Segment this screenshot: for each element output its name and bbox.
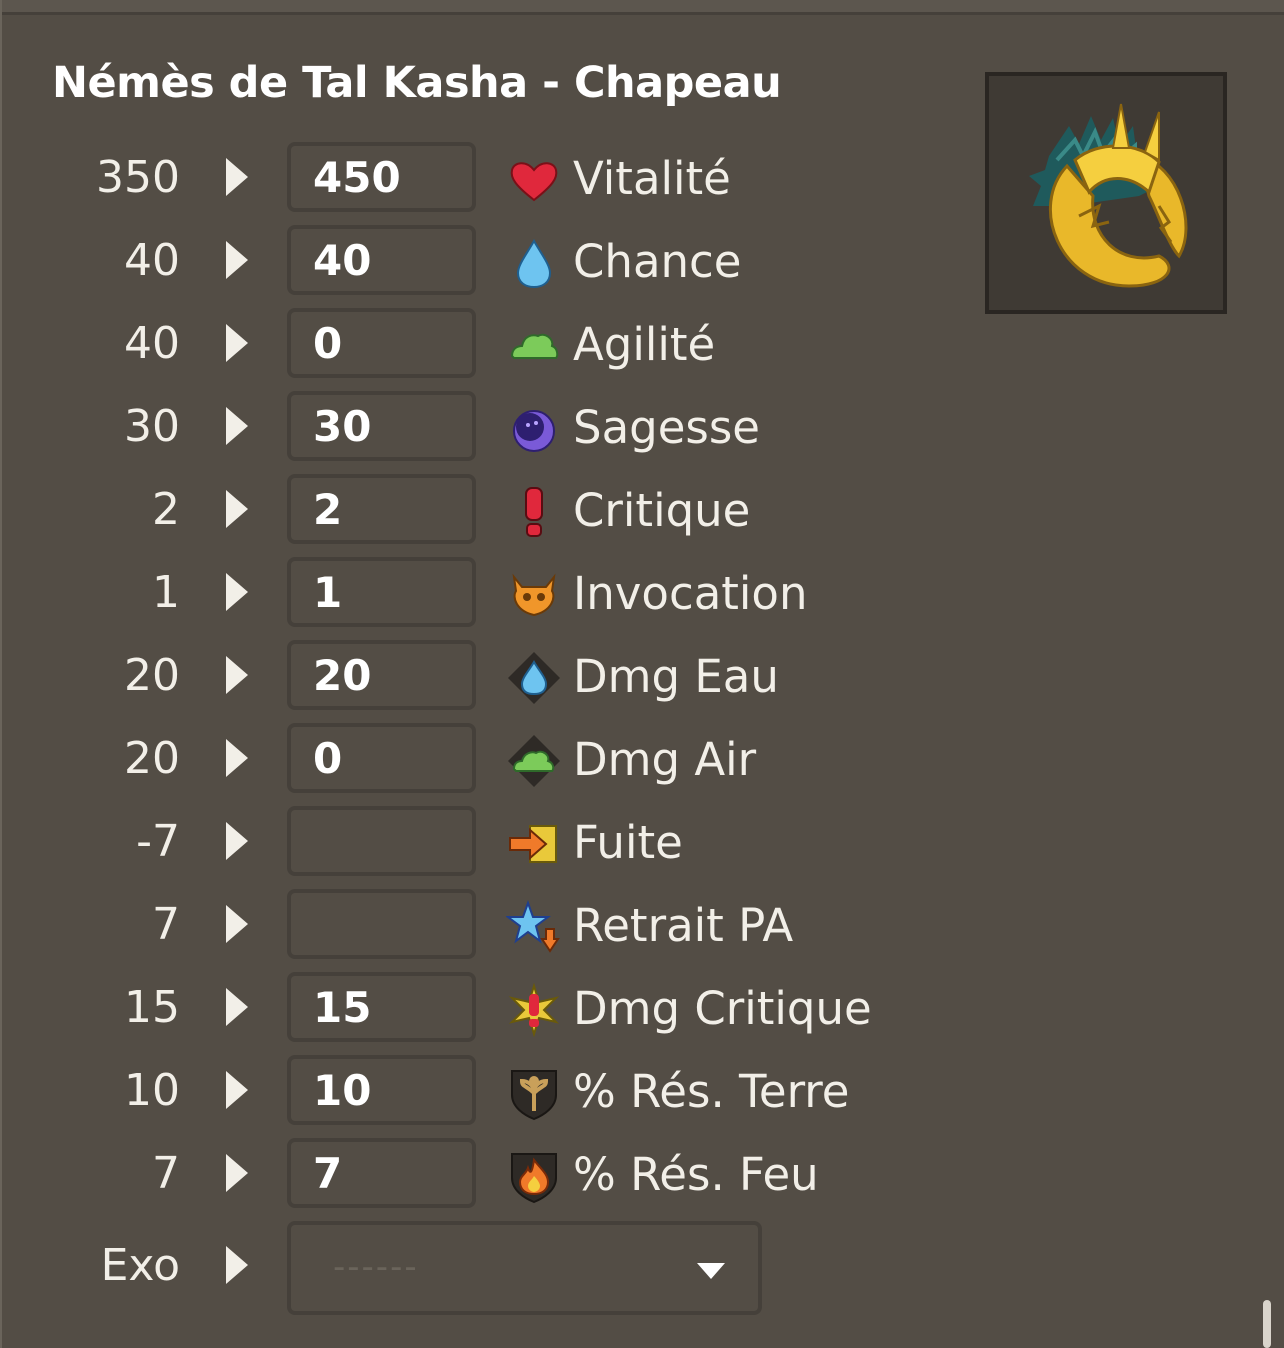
stat-label: Retrait PA: [573, 899, 794, 952]
top-border: [0, 0, 1284, 15]
stat-label: Fuite: [573, 816, 683, 869]
stat-label: Chance: [573, 235, 742, 288]
chevron-down-icon: [697, 1263, 725, 1279]
stat-row-critique: 2 Critique: [0, 472, 960, 555]
critical-damage-icon: [508, 982, 560, 1038]
stat-value-input[interactable]: [287, 640, 476, 710]
exclamation-icon: [525, 487, 543, 537]
escape-arrow-icon: [509, 825, 557, 863]
water-drop-icon: [516, 238, 552, 289]
stat-row-vitalite: 350 Vitalité: [0, 140, 960, 223]
stat-value-input[interactable]: [287, 806, 476, 876]
stat-label: Agilité: [573, 318, 716, 371]
stat-row-retrait-pa: 7 Retrait PA: [0, 887, 960, 970]
stat-value-input[interactable]: [287, 557, 476, 627]
play-arrow-icon[interactable]: [222, 654, 252, 696]
play-arrow-icon[interactable]: [222, 156, 252, 198]
play-arrow-icon[interactable]: [222, 571, 252, 613]
stat-label: Critique: [573, 484, 751, 537]
stat-value-input[interactable]: [287, 723, 476, 793]
item-image: [985, 72, 1227, 314]
fire-resistance-icon: [511, 1153, 557, 1204]
item-title: Némès de Tal Kasha - Chapeau: [52, 58, 782, 108]
stat-row-sagesse: 30 Sagesse: [0, 389, 960, 472]
stat-value-input[interactable]: [287, 308, 476, 378]
stat-value-input[interactable]: [287, 474, 476, 544]
stat-value-input[interactable]: [287, 1055, 476, 1125]
base-value: -7: [136, 816, 180, 867]
base-value: 40: [124, 318, 180, 369]
base-value: 30: [124, 401, 180, 452]
moon-icon: [513, 410, 555, 452]
stat-value-input[interactable]: [287, 972, 476, 1042]
base-value: 10: [124, 1065, 180, 1116]
exo-select[interactable]: ------: [287, 1221, 762, 1315]
water-damage-icon: [508, 652, 560, 704]
play-arrow-icon[interactable]: [222, 986, 252, 1028]
stat-value-input[interactable]: [287, 889, 476, 959]
stat-label: Invocation: [573, 567, 808, 620]
base-value: 2: [152, 484, 180, 535]
base-value: 350: [96, 152, 180, 203]
stat-label: Sagesse: [573, 401, 760, 454]
air-cloud-icon: [510, 333, 559, 359]
stat-row-dmg-eau: 20 Dmg Eau: [0, 638, 960, 721]
base-value: 1: [152, 567, 180, 618]
stat-row-dmg-air: 20 Dmg Air: [0, 721, 960, 804]
scrollbar[interactable]: [1263, 1300, 1271, 1348]
air-damage-icon: [508, 735, 560, 787]
stat-row-dmg-critique: 15 Dmg Critique: [0, 970, 960, 1053]
base-value: 20: [124, 733, 180, 784]
play-arrow-icon[interactable]: [222, 488, 252, 530]
play-arrow-icon[interactable]: [222, 903, 252, 945]
heart-icon: [510, 162, 558, 202]
stat-label: % Rés. Terre: [573, 1065, 850, 1118]
stat-label: Dmg Air: [573, 733, 757, 786]
play-arrow-icon[interactable]: [222, 239, 252, 281]
play-arrow-icon[interactable]: [222, 1069, 252, 1111]
stat-label: % Rés. Feu: [573, 1148, 819, 1201]
stat-row-chance: 40 Chance: [0, 223, 960, 306]
base-value: 7: [152, 899, 180, 950]
base-value: 20: [124, 650, 180, 701]
base-value: 15: [124, 982, 180, 1033]
stat-row-res-feu: 7 % Rés. Feu: [0, 1136, 960, 1219]
summon-skull-icon: [512, 573, 556, 617]
stat-row-agilite: 40 Agilité: [0, 306, 960, 389]
stat-row-invocation: 1 Invocation: [0, 555, 960, 638]
stat-value-input[interactable]: [287, 1138, 476, 1208]
stat-row-res-terre: 10 % Rés. Terre: [0, 1053, 960, 1136]
ap-reduction-star-icon: [506, 900, 560, 953]
stat-label: Dmg Eau: [573, 650, 779, 703]
play-arrow-icon[interactable]: [222, 322, 252, 364]
play-arrow-icon[interactable]: [222, 820, 252, 862]
base-value: 40: [124, 235, 180, 286]
stat-value-input[interactable]: [287, 391, 476, 461]
stat-row-fuite: -7 Fuite: [0, 804, 960, 887]
exo-placeholder: ------: [333, 1247, 419, 1287]
stat-label: Vitalité: [573, 152, 731, 205]
base-value: 7: [152, 1148, 180, 1199]
golden-headdress-icon: [1029, 103, 1188, 288]
play-arrow-icon[interactable]: [222, 1244, 252, 1286]
play-arrow-icon[interactable]: [222, 1152, 252, 1194]
earth-resistance-icon: [511, 1070, 557, 1121]
stat-value-input[interactable]: [287, 142, 476, 212]
play-arrow-icon[interactable]: [222, 405, 252, 447]
stat-value-input[interactable]: [287, 225, 476, 295]
play-arrow-icon[interactable]: [222, 737, 252, 779]
stat-label: Dmg Critique: [573, 982, 872, 1035]
exo-label: Exo: [100, 1240, 180, 1291]
